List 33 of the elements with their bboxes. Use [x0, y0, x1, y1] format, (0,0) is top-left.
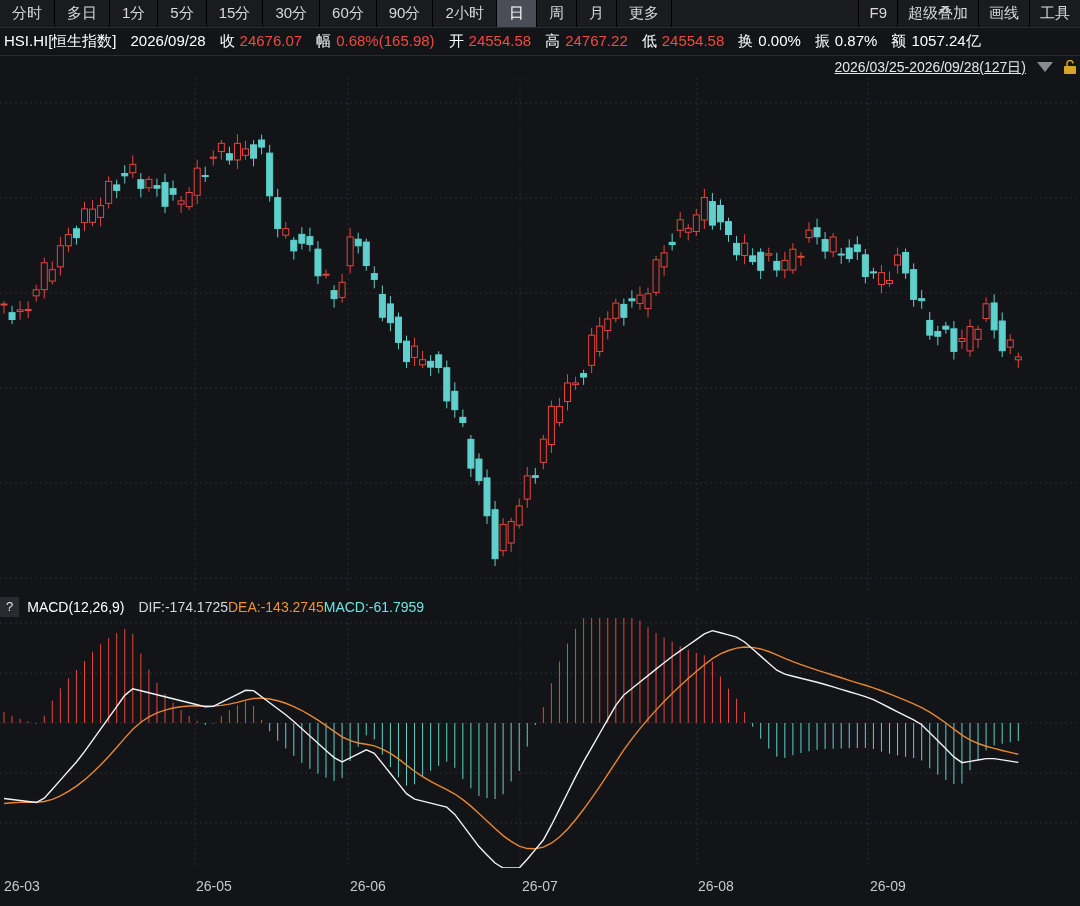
field-value: 0.00%	[758, 31, 801, 52]
axis-label: 26-03	[4, 877, 40, 896]
indicator-title: MACD(12,26,9)	[27, 597, 125, 617]
field-label: 换	[738, 31, 754, 52]
field-label: 高	[545, 31, 561, 52]
field-label: 幅	[316, 31, 332, 52]
field-value: 0.87%	[834, 31, 878, 52]
lock-icon[interactable]	[1064, 60, 1076, 74]
field-value: 24554.58	[468, 31, 532, 52]
axis-label: 26-07	[522, 877, 558, 896]
axis-label: 26-08	[698, 877, 734, 896]
help-button[interactable]: ?	[0, 597, 20, 617]
dropdown-triangle-icon[interactable]	[1036, 61, 1054, 73]
axis-label: 26-05	[196, 877, 232, 896]
axis-label: 26-06	[350, 877, 386, 896]
indicator-value: MACD:-61.7959	[323, 597, 425, 617]
field-label: 振	[814, 31, 830, 52]
indicator-value: DIF:-174.1725	[138, 597, 228, 617]
axis-label: 26-09	[870, 877, 906, 896]
timeframe-tab[interactable]: 日	[496, 0, 537, 27]
date-range-link[interactable]: 2026/03/25-2026/09/28(127日)	[834, 56, 1026, 78]
field-value: 24676.07	[239, 31, 303, 52]
field-value: 0.68%(165.98)	[336, 31, 435, 52]
indicator-value: DEA:-143.2745	[228, 597, 324, 617]
field-label: 收	[219, 31, 235, 52]
field-value: 1057.24亿	[911, 31, 981, 52]
field-label: 额	[891, 31, 907, 52]
field-label: 低	[641, 31, 657, 52]
symbol-name: HSI.HI[恒生指数]	[4, 31, 117, 52]
field-label: 开	[448, 31, 464, 52]
field-value: 24554.58	[661, 31, 725, 52]
quote-date: 2026/09/28	[130, 31, 206, 52]
field-value: 24767.22	[565, 31, 628, 52]
